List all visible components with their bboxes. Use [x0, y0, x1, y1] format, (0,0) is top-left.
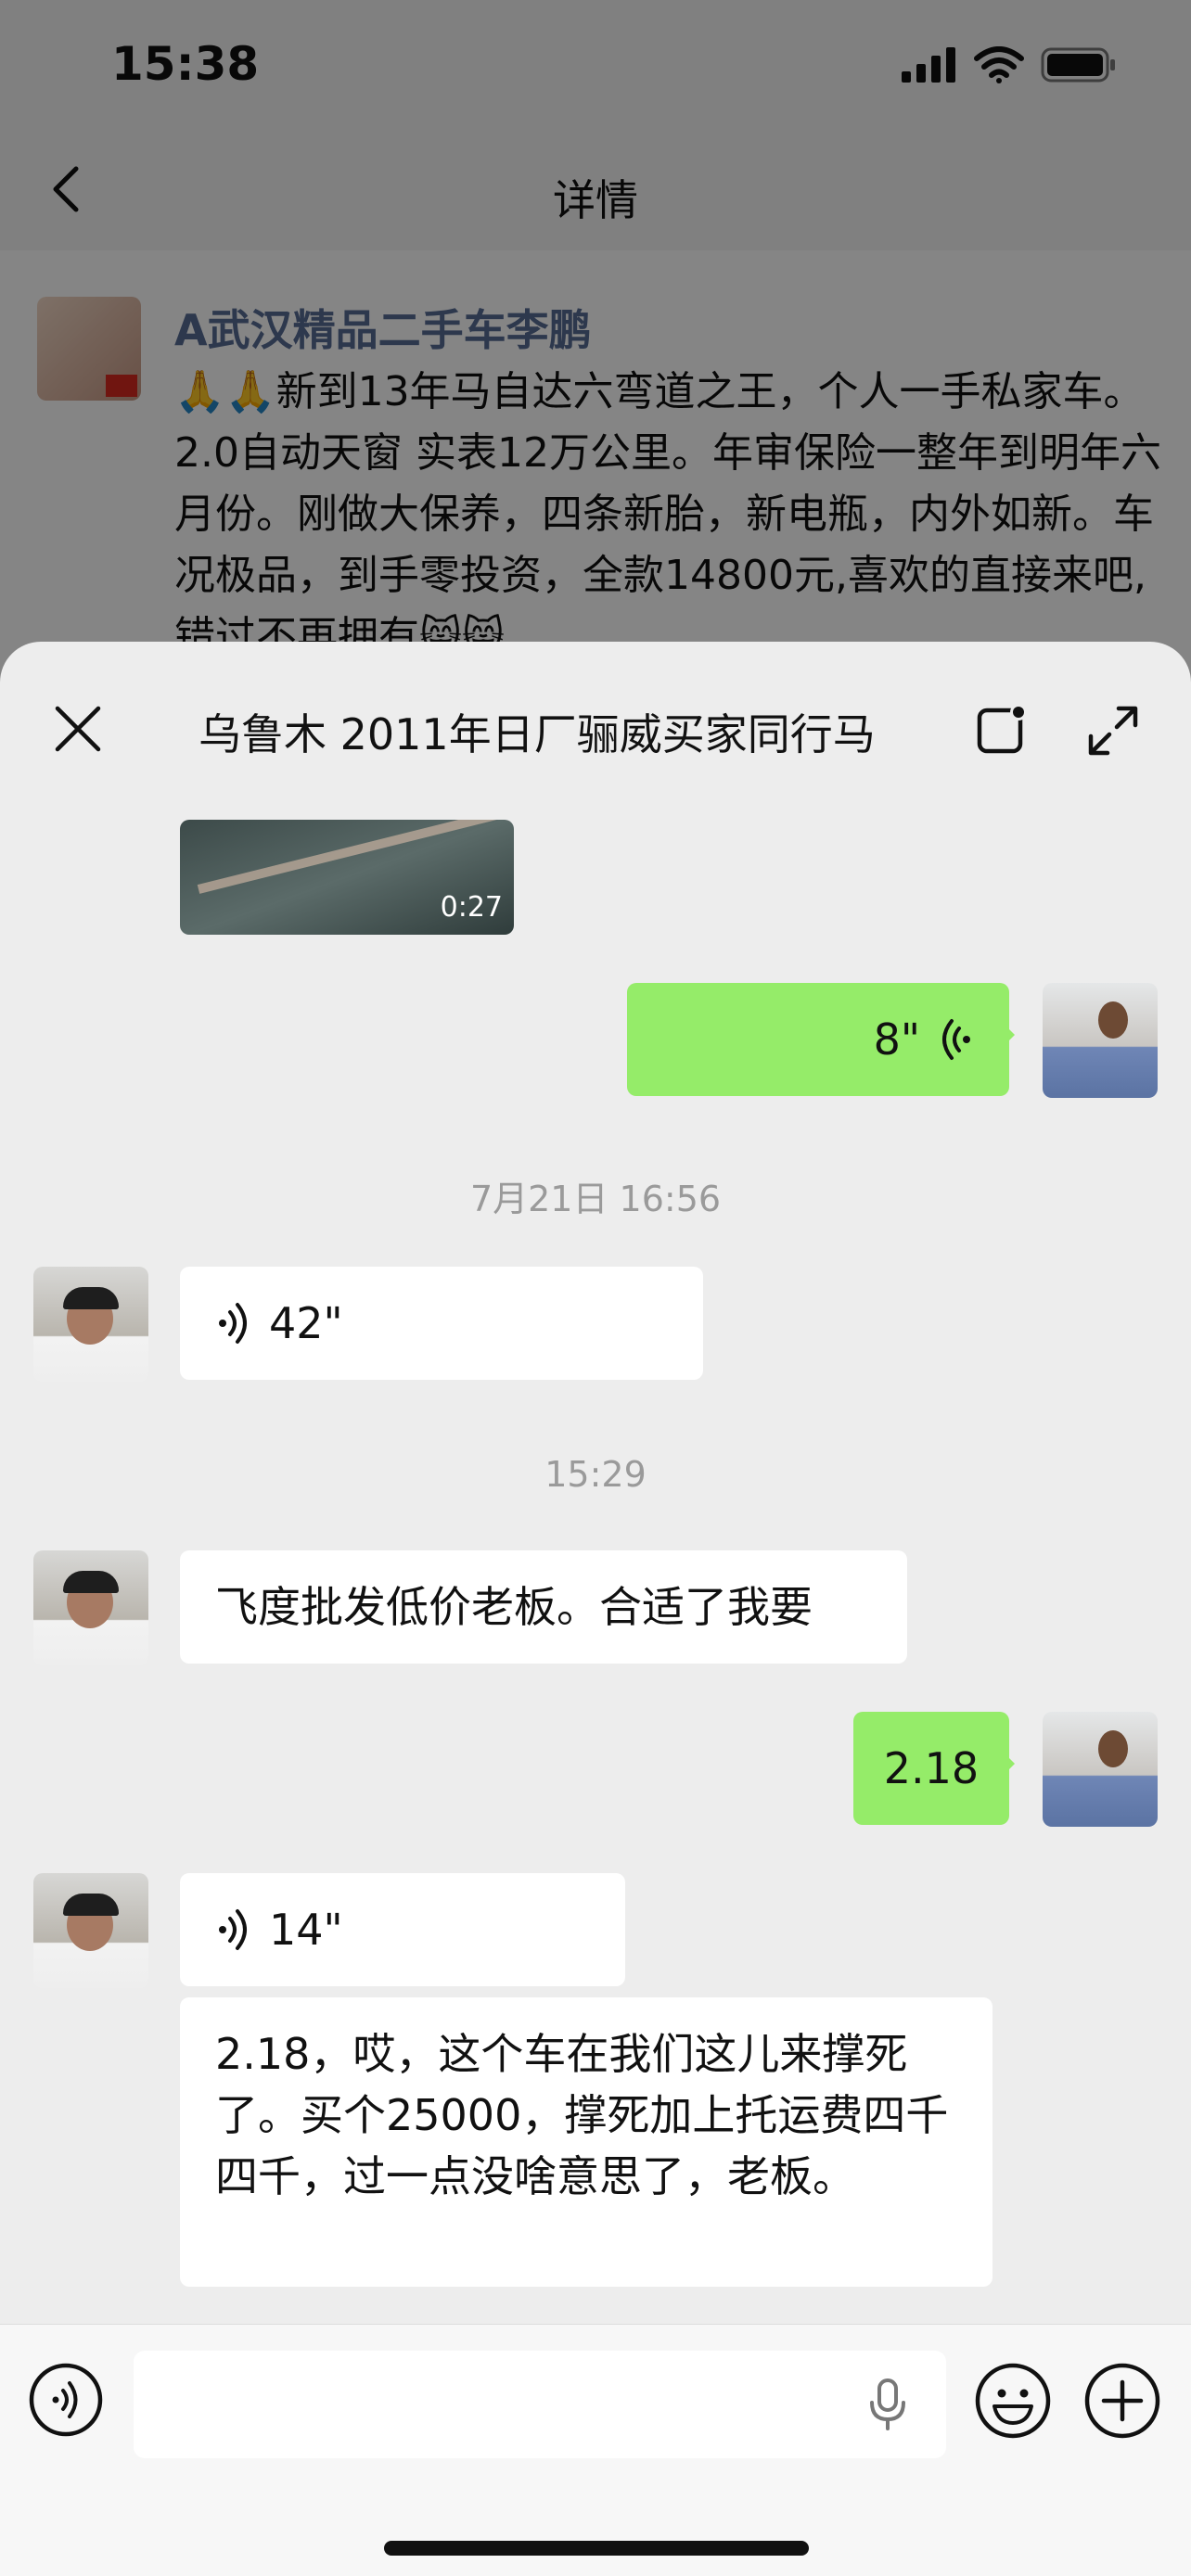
text-message-me[interactable]: 2.18 — [853, 1712, 1015, 1825]
voice-duration: 42" — [269, 1298, 343, 1348]
video-message[interactable]: 0:27 — [180, 820, 514, 935]
contact-avatar[interactable] — [33, 1550, 148, 1665]
voice-message-them[interactable]: 14" — [180, 1873, 625, 1986]
video-duration: 0:27 — [440, 891, 503, 924]
voice-wave-icon — [219, 1909, 247, 1950]
my-avatar[interactable] — [1043, 1712, 1158, 1827]
voice-wave-icon — [219, 1303, 247, 1344]
voice-transcript[interactable]: 2.18，哎，这个车在我们这儿来撑死了。买个25000，撑死加上托运费四千四千，… — [180, 1997, 992, 2287]
avatar-cap — [63, 1287, 119, 1309]
my-avatar[interactable] — [1043, 983, 1158, 1098]
voice-wave-icon — [942, 1019, 970, 1060]
home-indicator — [384, 2541, 809, 2556]
voice-message-me[interactable]: 8" — [627, 983, 1015, 1096]
video-frame — [197, 820, 514, 894]
avatar-cap — [63, 1571, 119, 1593]
floating-window-icon[interactable] — [976, 703, 1028, 755]
text-message-them[interactable]: 飞度批发低价老板。合适了我要 — [180, 1550, 907, 1664]
voice-duration: 14" — [269, 1905, 343, 1955]
chat-title: 乌鲁木 2011年日厂骊威买家同行马 — [198, 709, 876, 759]
voice-duration: 8" — [873, 1014, 920, 1065]
microphone-icon[interactable] — [866, 2378, 909, 2430]
timestamp: 15:29 — [544, 1454, 647, 1495]
contact-avatar[interactable] — [33, 1267, 148, 1382]
expand-icon[interactable] — [1085, 703, 1141, 759]
close-icon[interactable] — [52, 703, 104, 755]
contact-avatar[interactable] — [33, 1873, 148, 1988]
timestamp: 7月21日 16:56 — [469, 1179, 722, 1219]
input-bar — [0, 2324, 1191, 2576]
avatar-face — [1098, 1730, 1128, 1767]
message-input[interactable] — [134, 2351, 946, 2458]
avatar-cap — [63, 1894, 119, 1916]
plus-icon[interactable] — [1083, 2362, 1161, 2440]
chat-sheet: 乌鲁木 2011年日厂骊威买家同行马 0:27 8" 7月21日 16:56 4… — [0, 642, 1191, 2576]
avatar-face — [1098, 1001, 1128, 1039]
emoji-icon[interactable] — [974, 2362, 1052, 2440]
voice-message-them[interactable]: 42" — [180, 1267, 703, 1380]
sheet-header: 乌鲁木 2011年日厂骊威买家同行马 — [0, 642, 1191, 818]
voice-mode-icon[interactable] — [28, 2362, 104, 2438]
